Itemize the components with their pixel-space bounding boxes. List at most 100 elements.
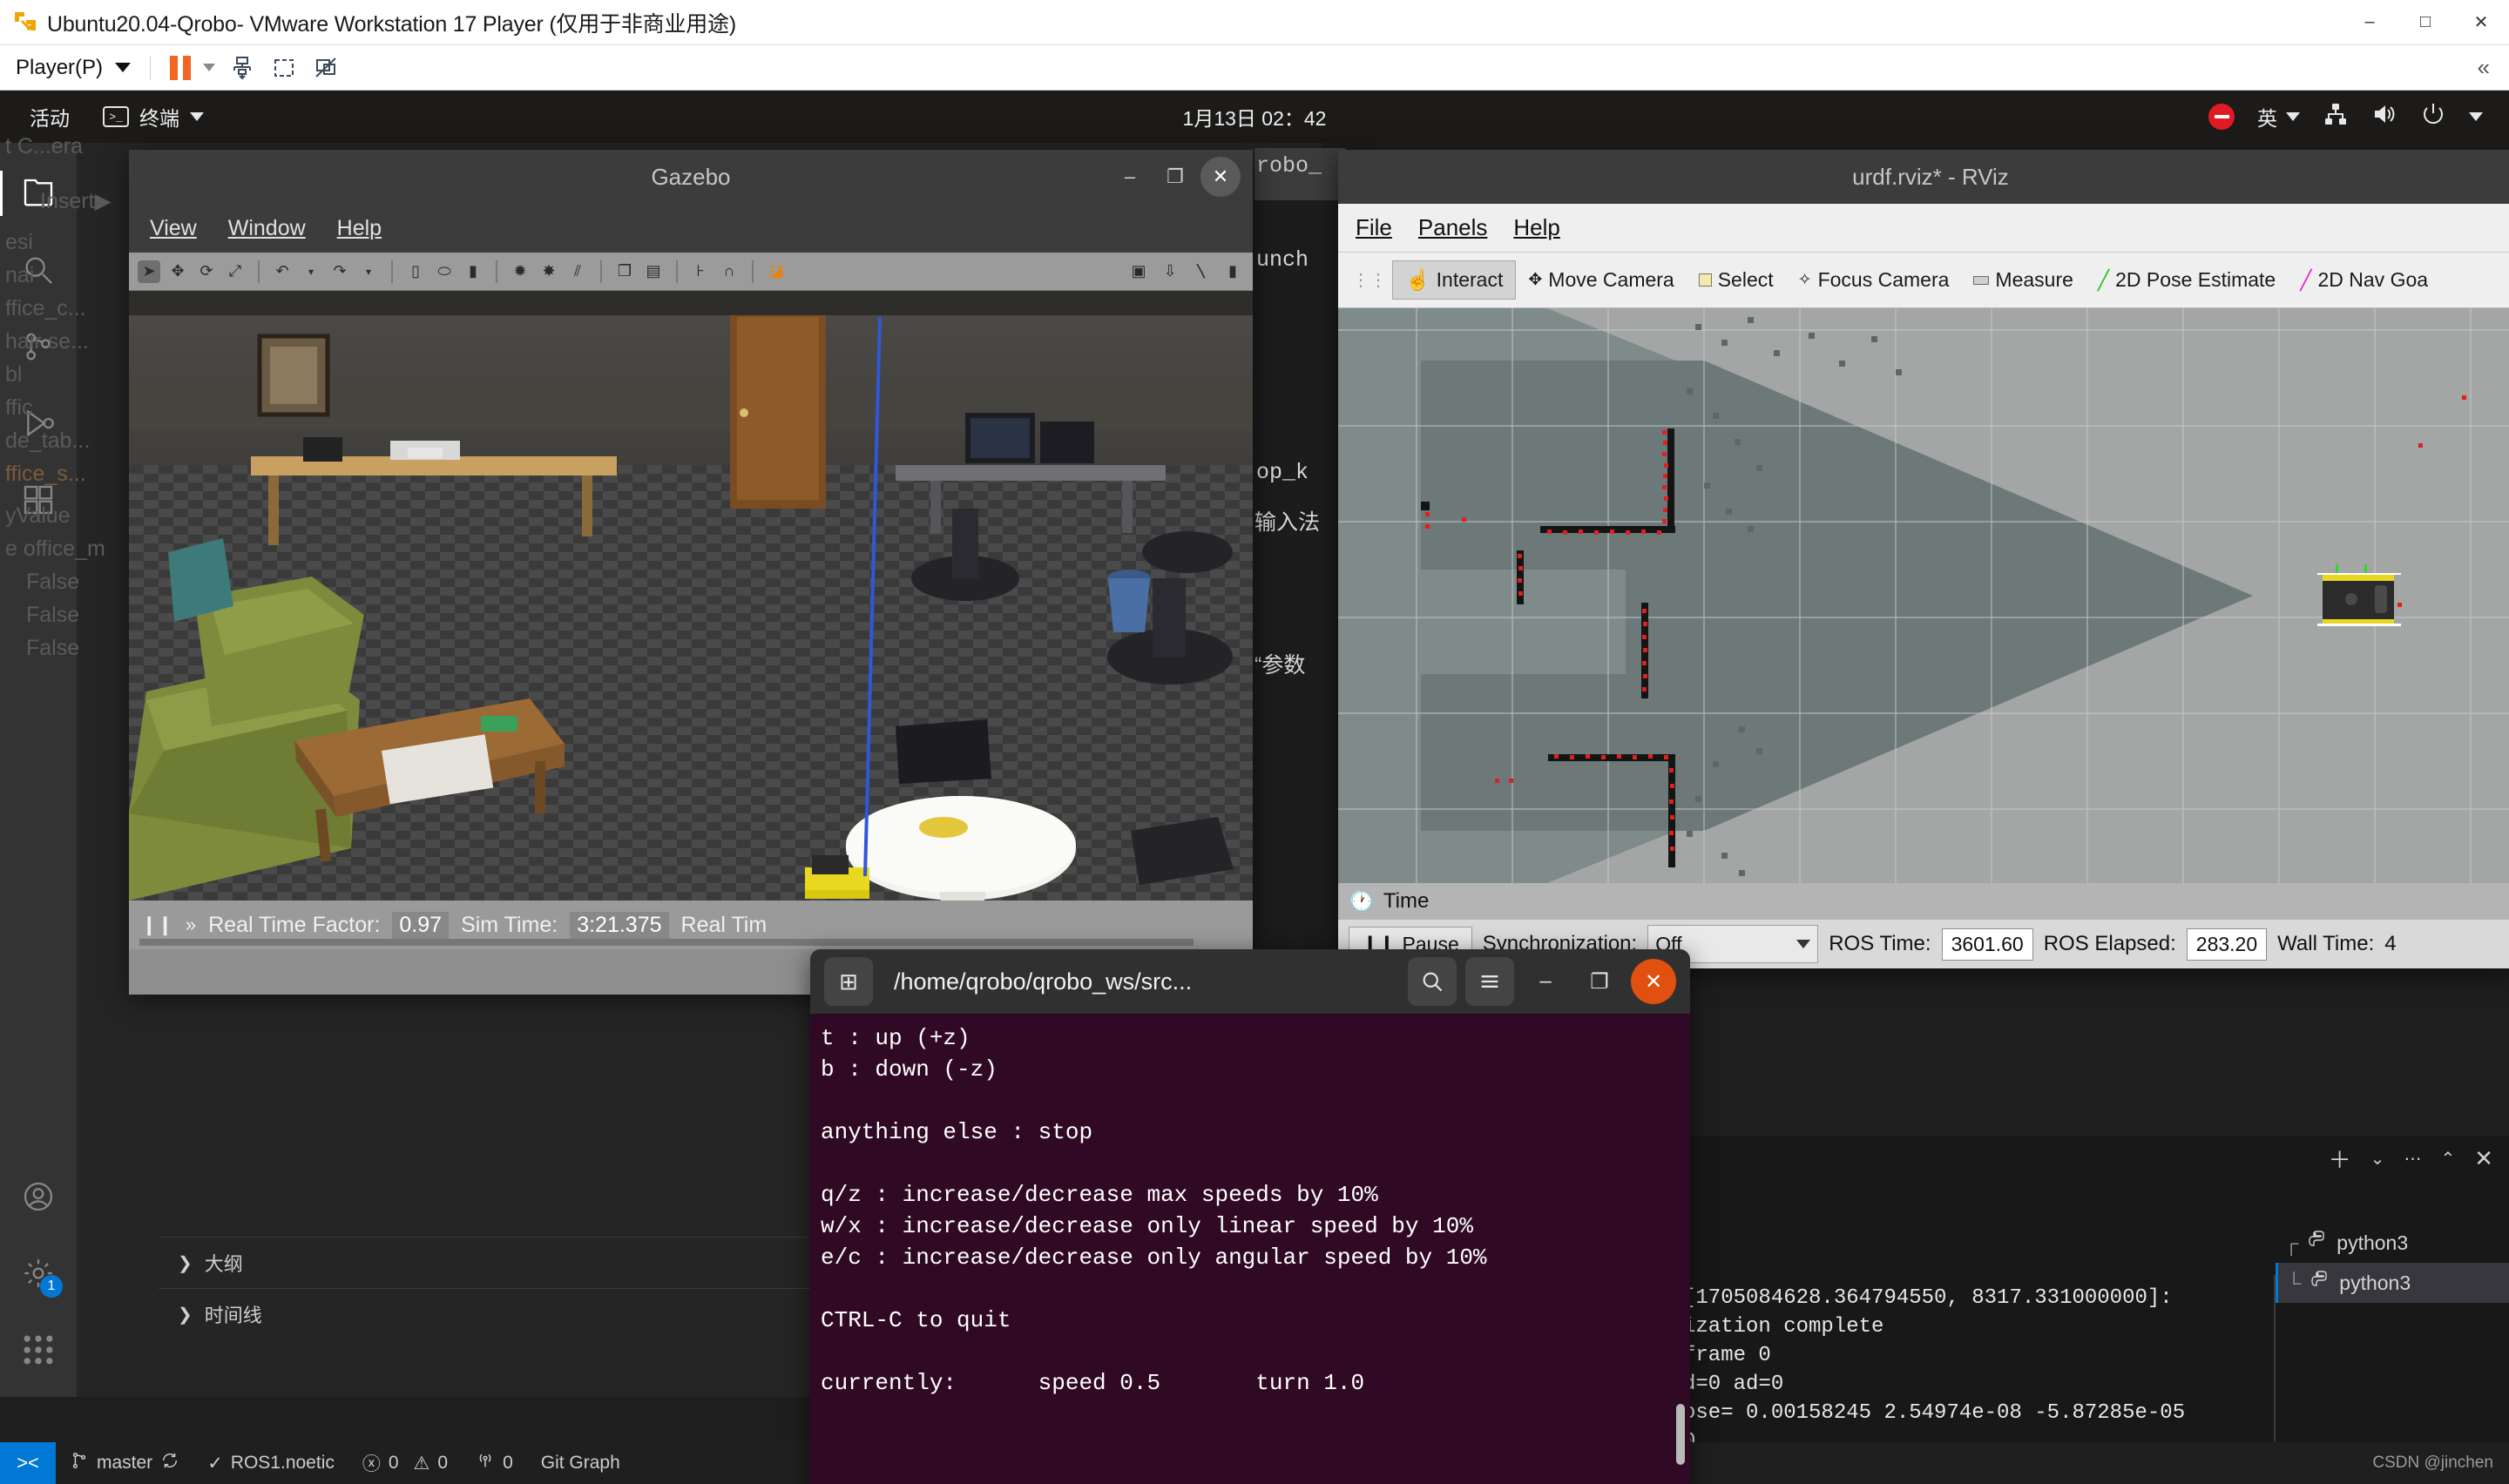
pause-icon[interactable]: ❙❙ <box>141 914 173 936</box>
hamburger-menu-icon[interactable] <box>1465 957 1514 1006</box>
new-tab-icon[interactable]: ⊞ <box>824 957 873 1006</box>
view-angle-icon[interactable]: ◪ <box>765 260 788 283</box>
terminal-scrollbar[interactable] <box>1676 1404 1685 1465</box>
close-icon[interactable]: ✕ <box>2474 1145 2493 1172</box>
chevron-right-icon: ❯ <box>178 1305 193 1325</box>
chevron-down-icon[interactable] <box>2286 112 2300 121</box>
status-git-graph[interactable]: Git Graph <box>527 1442 634 1484</box>
fullscreen-icon[interactable] <box>269 53 299 83</box>
rviz-menu-panels[interactable]: Panels <box>1418 214 1488 241</box>
screenshot-icon[interactable]: ▣ <box>1127 260 1150 283</box>
volume-icon[interactable] <box>2371 101 2397 132</box>
status-branch-label: master <box>97 1453 153 1473</box>
plot-icon[interactable]: 〵 <box>1190 260 1213 283</box>
vmware-window-controls[interactable]: – □ ✕ <box>2342 1 2509 44</box>
player-menu-label[interactable]: Player(P) <box>16 56 103 80</box>
gazebo-menu-window[interactable]: Window <box>228 216 306 241</box>
bleed-line: hair se... <box>5 329 89 354</box>
activity-settings-gear-icon[interactable]: 1 <box>0 1235 77 1312</box>
add-terminal-icon[interactable]: ＋ <box>2329 1143 2351 1175</box>
chevron-down-icon[interactable]: ▾ <box>357 260 380 283</box>
pause-icon[interactable] <box>170 55 192 80</box>
gazebo-close-button[interactable]: ✕ <box>1200 157 1241 197</box>
chevron-down-icon[interactable] <box>203 64 216 71</box>
redo-icon[interactable]: ↷ <box>328 260 351 283</box>
undo-icon[interactable]: ↶ <box>271 260 294 283</box>
gazebo-toolbar-right: ▣ ⇩ 〵 ▮ <box>1127 260 1244 283</box>
sync-icon[interactable] <box>160 1451 179 1475</box>
align-icon[interactable]: ⊦ <box>689 260 712 283</box>
insert-sphere-icon[interactable]: ⬭ <box>433 260 456 283</box>
status-problems[interactable]: ⓧ 0 ⚠ 0 <box>348 1442 462 1484</box>
rviz-menu-help[interactable]: Help <box>1513 214 1559 241</box>
rotate-icon[interactable]: ⟳ <box>195 260 218 283</box>
activity-account-icon[interactable] <box>0 1158 77 1235</box>
terminal-close-button[interactable]: ✕ <box>1631 959 1676 1004</box>
snap-icon[interactable]: ∩ <box>718 260 741 283</box>
insert-cylinder-icon[interactable]: ▮ <box>462 260 484 283</box>
chevron-down-icon[interactable] <box>2469 112 2483 121</box>
log-icon[interactable]: ⇩ <box>1159 260 1181 283</box>
rviz-tool-2d-nav-goal[interactable]: ╱ 2D Nav Goa <box>2288 261 2440 299</box>
point-light-icon[interactable]: ✹ <box>509 260 531 283</box>
input-method-indicator[interactable]: 英 <box>2257 102 2300 132</box>
terminal-list-item[interactable]: ┌ python3 <box>2276 1223 2509 1263</box>
activity-apps-grid-icon[interactable] <box>0 1312 77 1388</box>
rviz-wall-time-value: 4 <box>2384 932 2397 955</box>
gazebo-maximize-button[interactable]: ❐ <box>1155 157 1195 197</box>
unity-mode-icon[interactable] <box>311 53 341 83</box>
status-branch[interactable]: master <box>56 1442 193 1484</box>
rviz-tool-measure[interactable]: Measure <box>1961 261 2085 299</box>
collapse-toolbar-button[interactable]: « <box>2478 54 2490 81</box>
paste-icon[interactable]: ▤ <box>642 260 665 283</box>
select-arrow-icon[interactable]: ➤ <box>138 260 160 283</box>
network-icon[interactable] <box>2323 101 2349 132</box>
gazebo-menu-help[interactable]: Help <box>337 216 382 241</box>
terminal-window-controls: – ❐ ✕ <box>1408 957 1676 1006</box>
terminal-list-item[interactable]: └ python3 <box>2276 1263 2509 1303</box>
ellipsis-icon[interactable]: ⋯ <box>2404 1148 2421 1170</box>
status-python-env[interactable]: ✓ ROS1.noetic <box>193 1442 348 1484</box>
chevron-down-icon[interactable]: ▾ <box>300 260 322 283</box>
search-icon[interactable] <box>1408 957 1457 1006</box>
gazebo-status-scrollbar[interactable] <box>139 939 1194 946</box>
copy-icon[interactable]: ❐ <box>613 260 636 283</box>
vmware-close-button[interactable]: ✕ <box>2453 1 2509 44</box>
rviz-menu-file[interactable]: File <box>1356 214 1392 241</box>
chevron-down-icon <box>1796 940 1811 948</box>
panel-clock[interactable]: 1月13日 02：42 <box>1183 102 1327 132</box>
rviz-tool-interact[interactable]: ☝ Interact <box>1392 260 1517 300</box>
chevron-down-icon[interactable] <box>190 112 204 121</box>
activities-button[interactable]: 活动 <box>0 102 89 132</box>
terminal-output[interactable]: t : up (+z) b : down (-z) anything else … <box>810 1014 1690 1484</box>
toolbar-drag-handle[interactable]: ⋮⋮ <box>1347 269 1392 291</box>
rviz-tool-focus-camera[interactable]: ✧ Focus Camera <box>1786 261 1962 299</box>
vmware-minimize-button[interactable]: – <box>2342 1 2397 44</box>
terminal-maximize-button[interactable]: ❐ <box>1577 959 1622 1004</box>
terminal-minimize-button[interactable]: – <box>1523 959 1568 1004</box>
translate-icon[interactable]: ✥ <box>166 260 189 283</box>
record-icon[interactable]: ▮ <box>1221 260 1244 283</box>
gazebo-3d-viewport[interactable]: ❙❙ » Real Time Factor: 0.97 Sim Time: 3:… <box>129 291 1253 949</box>
step-forward-icon[interactable]: » <box>186 914 196 936</box>
chevron-down-icon[interactable]: ⌄ <box>2370 1148 2385 1170</box>
rviz-tool-select[interactable]: Select <box>1687 261 1786 299</box>
rviz-tool-2d-pose-estimate[interactable]: ╱ 2D Pose Estimate <box>2086 261 2288 299</box>
chevron-up-icon[interactable]: ⌃ <box>2440 1148 2455 1170</box>
chevron-down-icon[interactable] <box>115 63 132 72</box>
gazebo-minimize-button[interactable]: – <box>1110 157 1150 197</box>
rviz-3d-view[interactable] <box>1338 308 2509 883</box>
directional-light-icon[interactable]: ⫽ <box>566 260 589 283</box>
remote-window-icon[interactable]: >< <box>0 1442 56 1484</box>
spot-light-icon[interactable]: ✸ <box>538 260 560 283</box>
insert-box-icon[interactable]: ▯ <box>404 260 427 283</box>
scale-icon[interactable]: ⤢ <box>224 260 247 283</box>
status-radio-tower[interactable]: 0 <box>462 1442 527 1484</box>
active-app-menu[interactable]: >_ 终端 <box>89 102 218 132</box>
rviz-tool-move-camera[interactable]: ✥ Move Camera <box>1516 261 1686 299</box>
power-icon[interactable] <box>2420 101 2446 132</box>
do-not-disturb-icon[interactable] <box>2208 104 2235 130</box>
suspend-icon[interactable] <box>227 53 257 83</box>
gazebo-menu-view[interactable]: View <box>150 216 197 241</box>
vmware-maximize-button[interactable]: □ <box>2397 1 2453 44</box>
